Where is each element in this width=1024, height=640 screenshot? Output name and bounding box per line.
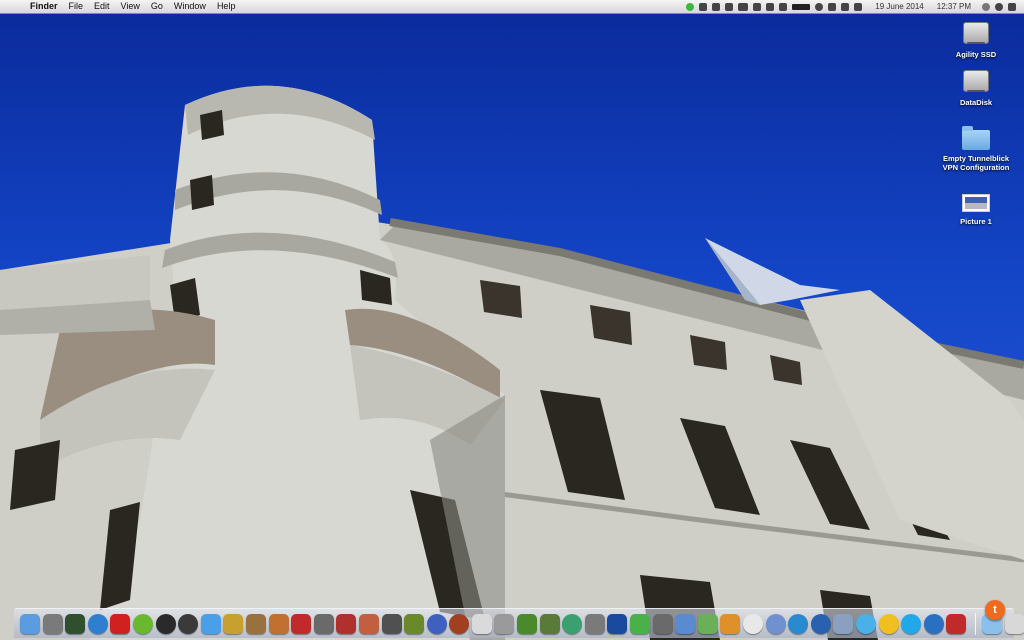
tumblr-badge-icon[interactable]: t bbox=[985, 600, 1005, 620]
disk-utility-icon[interactable] bbox=[313, 613, 334, 634]
menu-go[interactable]: Go bbox=[151, 0, 163, 13]
launchpad-icon[interactable] bbox=[42, 613, 63, 634]
ubuntu-app-icon[interactable] bbox=[788, 613, 809, 634]
mail-app-icon[interactable] bbox=[291, 613, 312, 634]
volume-icon[interactable] bbox=[854, 2, 863, 11]
apple-menu-icon[interactable] bbox=[10, 0, 19, 13]
activity-monitor-icon[interactable] bbox=[65, 613, 86, 634]
transmit-app-icon[interactable] bbox=[494, 613, 515, 634]
desktop-icon-tunnelblick-folder[interactable]: Empty Tunnelblick VPN Configuration bbox=[931, 126, 1021, 172]
menu-clock[interactable]: 12:37 PM bbox=[937, 0, 971, 13]
menu-file[interactable]: File bbox=[69, 0, 84, 13]
user-icon[interactable] bbox=[995, 2, 1003, 11]
desktop-icon-label: DataDisk bbox=[959, 98, 993, 107]
desktop-icon-datadisk[interactable]: DataDisk bbox=[931, 68, 1021, 107]
bluetooth-dots-icon[interactable] bbox=[828, 2, 837, 11]
notification-bubble-icon[interactable] bbox=[982, 2, 990, 11]
dock-separator bbox=[974, 612, 976, 635]
menu-help[interactable]: Help bbox=[217, 0, 236, 13]
map-app-icon[interactable] bbox=[358, 613, 379, 634]
picture-icon bbox=[962, 194, 990, 212]
safari-icon[interactable] bbox=[87, 613, 108, 634]
tools-icon[interactable] bbox=[725, 2, 734, 11]
skype-icon[interactable] bbox=[901, 613, 922, 634]
time-machine-icon[interactable] bbox=[815, 2, 824, 11]
dock bbox=[14, 608, 1024, 638]
desktop-icon-picture-1[interactable]: Picture 1 bbox=[931, 189, 1021, 226]
evernote-icon[interactable] bbox=[630, 613, 651, 634]
preview-app-icon[interactable] bbox=[833, 613, 854, 634]
dashboard-icon[interactable] bbox=[178, 613, 199, 634]
desktop-icon-label: Empty Tunnelblick VPN Configuration bbox=[942, 154, 1010, 172]
x-app-icon[interactable] bbox=[336, 613, 357, 634]
desktop-icon-label: Picture 1 bbox=[960, 217, 992, 226]
printer-icon[interactable] bbox=[738, 2, 749, 11]
clock-app-icon[interactable] bbox=[743, 613, 763, 634]
messages-app-icon[interactable] bbox=[855, 613, 876, 634]
red-app-icon[interactable] bbox=[110, 613, 131, 634]
devices-icon[interactable] bbox=[1004, 613, 1024, 634]
app-store-icon[interactable] bbox=[200, 613, 221, 634]
utility-app-icon[interactable] bbox=[946, 613, 967, 634]
menu-app-finder[interactable]: Finder bbox=[30, 0, 58, 13]
minecraft-icon[interactable] bbox=[539, 613, 560, 634]
compass-app-icon[interactable] bbox=[765, 613, 786, 634]
menu-bar: Finder File Edit View Go Window Help 19 … bbox=[0, 0, 1024, 14]
desktop-icon-label: Agility SSD bbox=[955, 50, 997, 59]
leaf-app-icon[interactable] bbox=[697, 613, 718, 634]
menu-date[interactable]: 19 June 2014 bbox=[875, 0, 924, 13]
kanji-app-icon[interactable] bbox=[471, 613, 492, 634]
menu-edit[interactable]: Edit bbox=[94, 0, 110, 13]
photoshop-icon[interactable] bbox=[607, 613, 628, 634]
photo-app-icon[interactable] bbox=[245, 613, 266, 634]
castle-wallpaper bbox=[0, 85, 1024, 640]
spotify-icon[interactable] bbox=[132, 613, 153, 634]
elephant-app-icon[interactable] bbox=[652, 613, 673, 634]
wifi-icon[interactable] bbox=[841, 2, 850, 11]
p-app-icon[interactable] bbox=[720, 613, 741, 634]
menu-view[interactable]: View bbox=[121, 0, 140, 13]
dropbox-icon[interactable] bbox=[699, 2, 708, 11]
folder-icon bbox=[962, 126, 990, 150]
grid-icon[interactable] bbox=[712, 2, 721, 11]
cloud-app-icon[interactable] bbox=[675, 613, 696, 634]
vault-app-icon[interactable] bbox=[584, 613, 605, 634]
clipboard-icon[interactable] bbox=[753, 2, 762, 11]
star-app-icon[interactable] bbox=[223, 613, 244, 634]
menu-window[interactable]: Window bbox=[174, 0, 206, 13]
bug-app-icon[interactable] bbox=[404, 613, 425, 634]
hard-disk-icon bbox=[963, 22, 989, 44]
desktop-icon-agility-ssd[interactable]: Agility SSD bbox=[931, 20, 1021, 59]
plant-app-icon[interactable] bbox=[517, 613, 538, 634]
evernote-status-icon[interactable] bbox=[686, 2, 695, 11]
home-app-icon[interactable] bbox=[923, 613, 944, 634]
globe-app-icon[interactable] bbox=[426, 613, 447, 634]
document-icon[interactable] bbox=[766, 2, 775, 11]
pen-app-icon[interactable] bbox=[381, 613, 402, 634]
earth-app-icon[interactable] bbox=[810, 613, 831, 634]
smiley-app-icon[interactable] bbox=[878, 613, 899, 634]
garageband-icon[interactable] bbox=[268, 613, 289, 634]
battery-graph-icon[interactable] bbox=[792, 3, 811, 10]
hard-disk-icon bbox=[963, 70, 989, 92]
at-app-icon[interactable] bbox=[562, 613, 583, 634]
eject-icon[interactable] bbox=[779, 2, 788, 11]
finder-icon[interactable] bbox=[20, 613, 40, 634]
dvd-player-icon[interactable] bbox=[155, 613, 176, 634]
basketball-app-icon[interactable] bbox=[449, 613, 470, 634]
list-icon[interactable] bbox=[1008, 2, 1016, 11]
desktop[interactable]: Finder File Edit View Go Window Help 19 … bbox=[0, 0, 1024, 640]
